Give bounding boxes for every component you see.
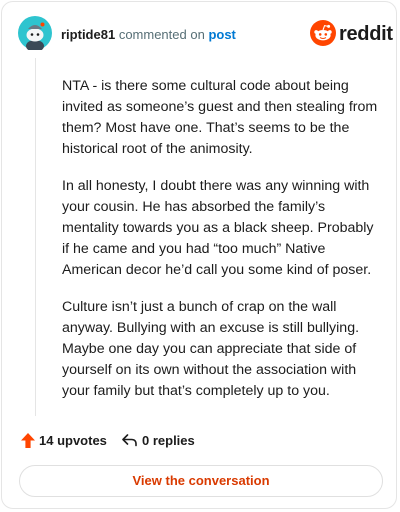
comment-body: NTA - is there some cultural code about … — [62, 76, 380, 418]
comment-paragraph: In all honesty, I doubt there was any wi… — [62, 178, 374, 278]
comment-paragraph: Culture isn’t just a bunch of crap on th… — [62, 299, 360, 399]
thread-line[interactable] — [35, 58, 36, 416]
post-link[interactable]: post — [208, 27, 235, 42]
username-link[interactable]: riptide81 — [61, 27, 115, 42]
reply-count[interactable]: 0 replies — [142, 433, 195, 448]
comment-meta: riptide81 commented on post — [61, 27, 236, 43]
comment-actions: 14 upvotes 0 replies — [20, 430, 380, 452]
comment-card: riptide81 commented on post reddit NTA -… — [1, 1, 397, 509]
action-text: commented on — [118, 27, 205, 42]
avatar-icon[interactable] — [18, 16, 52, 50]
comment-header: riptide81 commented on post reddit — [18, 16, 393, 56]
reddit-logo-icon — [310, 20, 336, 46]
reddit-brand[interactable]: reddit — [310, 20, 393, 48]
comment-paragraph: NTA - is there some cultural code about … — [62, 78, 378, 157]
reply-icon[interactable] — [121, 432, 138, 448]
view-conversation-button[interactable]: View the conversation — [19, 465, 383, 497]
upvote-count[interactable]: 14 upvotes — [39, 433, 107, 448]
brand-wordmark: reddit — [339, 23, 393, 45]
upvote-icon[interactable] — [20, 432, 36, 449]
